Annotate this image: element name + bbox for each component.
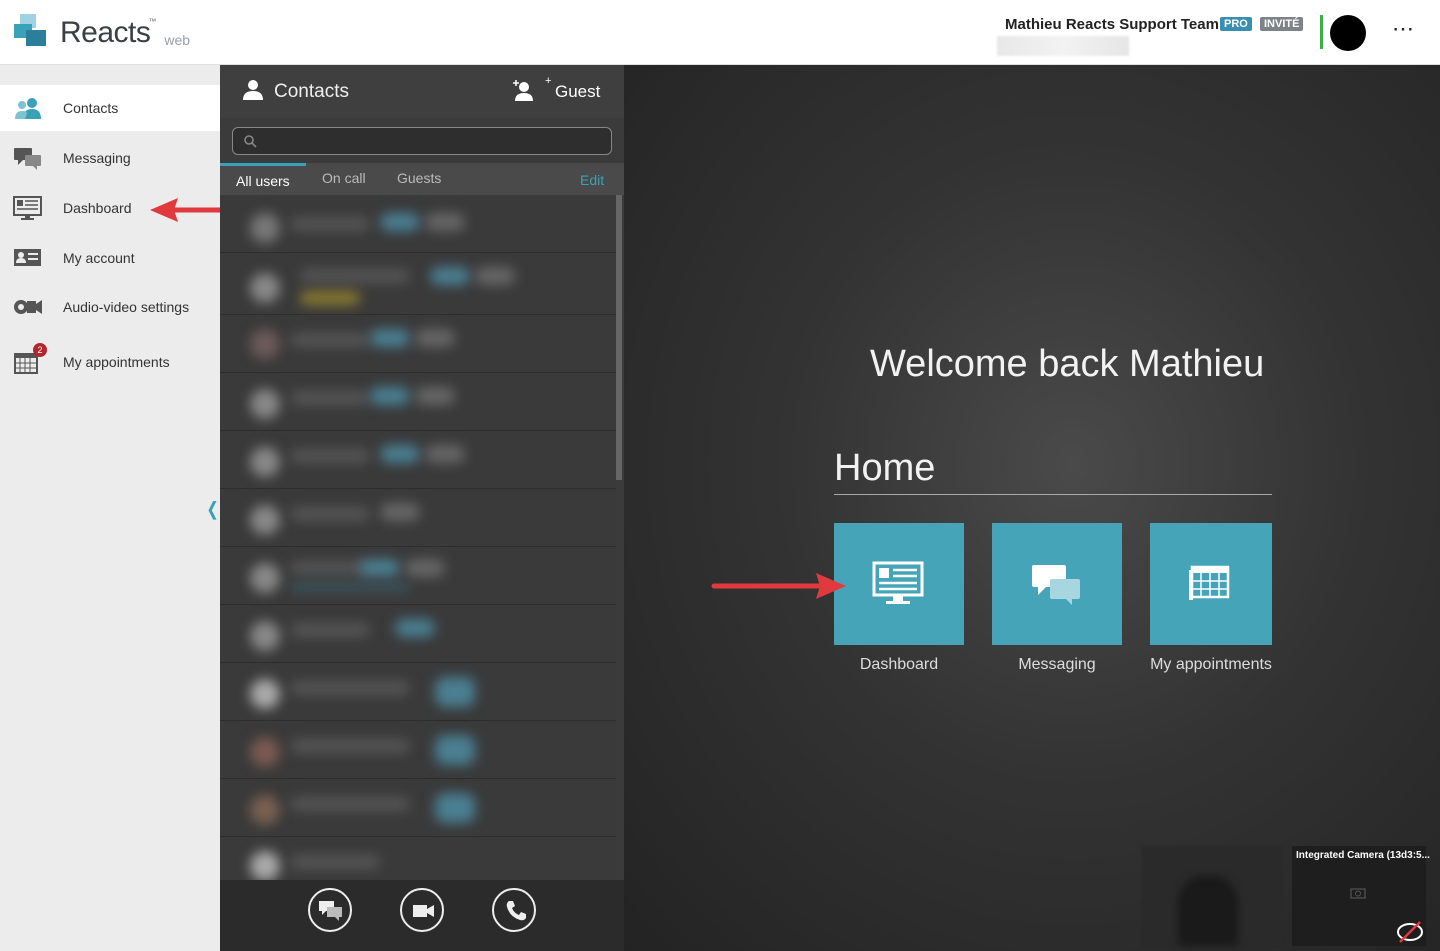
my-appointments-tile[interactable] <box>1150 523 1272 645</box>
id-card-icon <box>13 245 43 271</box>
tab-on-call[interactable]: On call <box>322 170 366 186</box>
phone-icon <box>504 899 528 928</box>
home-main-area: Welcome back Mathieu Home Dashboard Mess… <box>624 65 1440 951</box>
active-tab-indicator <box>220 163 306 166</box>
contacts-person-icon <box>242 79 264 106</box>
dashboard-tile-label: Dashboard <box>859 656 939 673</box>
messaging-tile-label: Messaging <box>1018 656 1096 673</box>
nav-label: Dashboard <box>63 200 132 216</box>
messaging-tile[interactable] <box>992 523 1122 645</box>
tab-guests[interactable]: Guests <box>397 170 441 186</box>
nav-label: Contacts <box>63 100 119 116</box>
team-name: Mathieu Reacts Support Team <box>1005 16 1219 33</box>
nav-item-audio-video-settings[interactable]: Audio-video settings <box>0 284 220 330</box>
messaging-icon <box>13 145 43 171</box>
add-guest-icon[interactable]: + <box>545 75 551 87</box>
contacts-icon <box>13 95 43 121</box>
logo-text: Reacts <box>60 16 151 49</box>
contact-row[interactable] <box>220 315 616 373</box>
contacts-scrollbar[interactable] <box>616 195 622 480</box>
redacted-user-info <box>997 36 1129 56</box>
contact-row[interactable] <box>220 431 616 489</box>
contact-row[interactable] <box>220 373 616 431</box>
my-appointments-tile-label: My appointments <box>1150 656 1272 673</box>
contact-row[interactable] <box>220 195 616 253</box>
guest-button[interactable]: Guest <box>555 82 600 102</box>
contact-row[interactable] <box>220 547 616 605</box>
invite-badge: INVITÉ <box>1260 17 1304 31</box>
video-disabled-icon[interactable] <box>1396 920 1424 949</box>
dashboard-icon <box>13 195 43 221</box>
calendar-icon <box>1188 563 1234 608</box>
nav-label: My appointments <box>63 354 170 370</box>
reacts-logo[interactable]: Reacts ™ web <box>14 14 190 50</box>
logo-subtitle: web <box>164 32 191 48</box>
contacts-panel: Contacts + Guest All users On call Guest… <box>220 65 624 951</box>
edit-contacts-link[interactable]: Edit <box>580 172 604 188</box>
nav-item-my-account[interactable]: My account <box>0 235 220 281</box>
more-menu-icon[interactable]: ⋯ <box>1392 16 1415 42</box>
dashboard-icon <box>872 561 926 612</box>
camera-label: Integrated Camera (13d3:5... <box>1296 850 1430 861</box>
contacts-title: Contacts <box>274 81 349 102</box>
appointments-count-badge: 2 <box>33 343 47 357</box>
camera-settings-icon <box>13 294 43 320</box>
dashboard-tile[interactable] <box>834 523 964 645</box>
home-heading: Home <box>834 447 936 489</box>
contacts-header: Contacts + Guest <box>220 65 624 118</box>
contacts-search-input[interactable] <box>232 127 612 155</box>
local-camera-preview[interactable]: Integrated Camera (13d3:5... <box>1292 846 1430 949</box>
nav-item-contacts[interactable]: Contacts <box>0 85 220 131</box>
nav-label: Audio-video settings <box>63 299 190 315</box>
video-call-button[interactable] <box>400 888 444 932</box>
nav-item-messaging[interactable]: Messaging <box>0 135 220 181</box>
search-icon <box>243 134 257 153</box>
collapse-panel-icon[interactable]: ❬ <box>205 499 220 520</box>
contact-row[interactable] <box>220 605 616 663</box>
contact-row[interactable] <box>220 837 616 880</box>
chat-button[interactable] <box>308 888 352 932</box>
messaging-icon <box>1030 563 1084 612</box>
camera-off-icon <box>1350 886 1366 904</box>
top-header: Reacts ™ web Mathieu Reacts Support Team… <box>0 0 1440 65</box>
annotation-arrow-dashboard-tile <box>711 573 846 599</box>
add-contact-icon[interactable] <box>511 79 535 108</box>
pro-badge: PRO <box>1220 17 1252 31</box>
contacts-list <box>220 195 616 880</box>
tab-all-users[interactable]: All users <box>236 173 290 189</box>
logo-trademark: ™ <box>148 17 157 26</box>
nav-label: Messaging <box>63 150 131 166</box>
contact-row[interactable] <box>220 489 616 547</box>
remote-video-preview[interactable] <box>1142 846 1282 946</box>
contact-row[interactable] <box>220 663 616 721</box>
welcome-heading: Welcome back Mathieu <box>870 343 1265 385</box>
contacts-tabs: All users On call Guests Edit <box>220 163 624 195</box>
home-divider <box>834 494 1272 495</box>
contact-row[interactable] <box>220 779 616 837</box>
contact-row[interactable] <box>220 721 616 779</box>
left-navigation: Contacts Messaging Dashboard My account … <box>0 65 280 951</box>
nav-label: My account <box>63 250 135 266</box>
chat-icon <box>318 900 344 927</box>
video-camera-icon <box>412 902 436 925</box>
audio-call-button[interactable] <box>492 888 536 932</box>
presence-indicator <box>1320 15 1323 49</box>
contacts-action-bar <box>220 880 624 951</box>
reacts-logo-icon <box>14 14 48 50</box>
contact-row[interactable] <box>220 253 616 315</box>
user-avatar[interactable] <box>1330 15 1366 51</box>
